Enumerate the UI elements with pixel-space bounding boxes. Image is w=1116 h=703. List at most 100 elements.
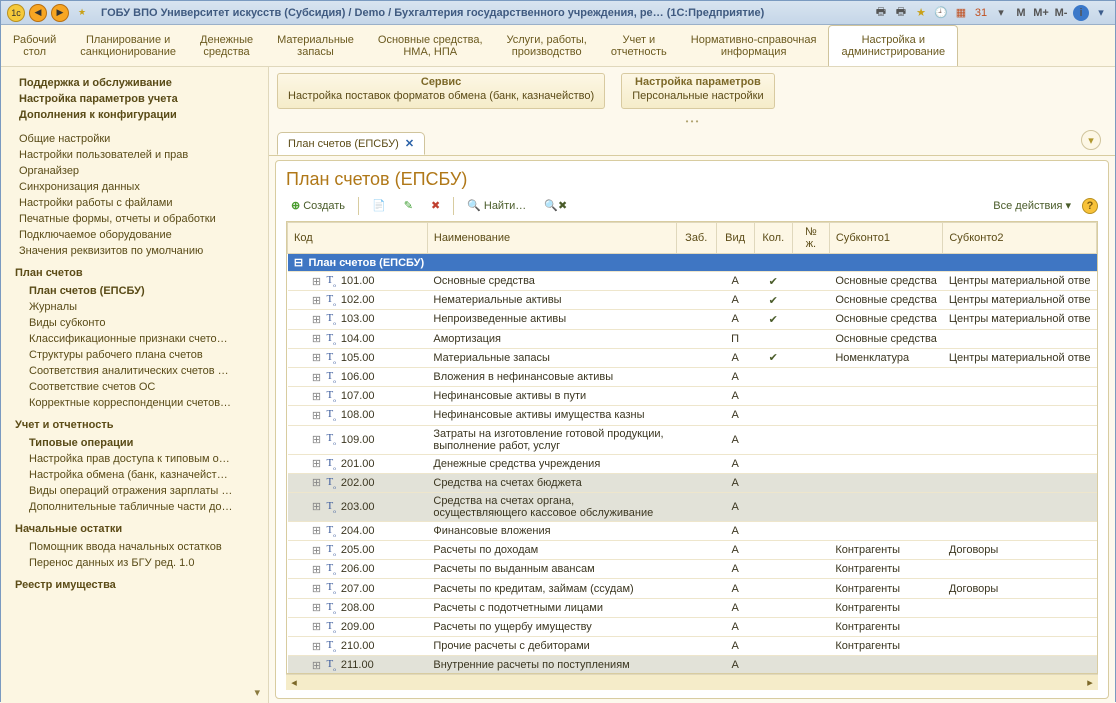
sidebar-link[interactable]: Журналы [15,299,266,315]
sidebar-link[interactable]: Перенос данных из БГУ ред. 1.0 [15,555,266,571]
help-icon[interactable]: ? [1082,198,1098,214]
sidebar-link[interactable]: Общие настройки [15,131,266,147]
table-row[interactable]: ⊞ Tₒ 211.00Внутренние расчеты по поступл… [288,656,1097,674]
sidebar-link[interactable]: Настройки пользователей и прав [15,147,266,163]
nav-back-icon[interactable]: ◀ [29,4,47,22]
table-row[interactable]: ⊞ Tₒ 102.00Нематериальные активыАОсновны… [288,291,1097,310]
table-row[interactable]: ⊞ Tₒ 107.00Нефинансовые активы в путиА [288,387,1097,406]
print2-icon[interactable]: 🖶 [893,5,909,21]
table-row[interactable]: ⊞ Tₒ 207.00Расчеты по кредитам, займам (… [288,579,1097,598]
sidebar-link[interactable]: Настройка параметров учета [15,91,266,107]
mainmenu-item[interactable]: Учет иотчетность [599,25,679,66]
col-kol[interactable]: Кол. [754,223,792,254]
sidebar-link[interactable]: Печатные формы, отчеты и обработки [15,211,266,227]
copy-button[interactable]: 📄 [367,196,391,215]
h-scrollbar[interactable]: ◂ ▸ [286,674,1098,690]
delete-button[interactable]: ✖ [426,196,445,215]
print-icon[interactable]: 🖶 [873,5,889,21]
sidebar-link[interactable]: Соответствия аналитических счетов … [15,363,266,379]
all-actions-button[interactable]: Все действия ▾ [988,196,1076,215]
mainmenu-item[interactable]: Материальныезапасы [265,25,366,66]
col-sub1[interactable]: Субконто1 [829,223,943,254]
info-icon[interactable]: i [1073,5,1089,21]
service-link-formats[interactable]: Настройка поставок форматов обмена (банк… [288,90,594,102]
mainmenu-item[interactable]: Услуги, работы,производство [495,25,599,66]
table-row[interactable]: ⊞ Tₒ 208.00Расчеты с подотчетными лицами… [288,598,1097,617]
edit-button[interactable]: ✎ [399,196,418,215]
sidebar-link[interactable]: Поддержка и обслуживание [15,75,266,91]
sidebar-link[interactable]: Корректные корреспонденции счетов… [15,395,266,411]
mem-mplus[interactable]: M+ [1033,5,1049,21]
table-row[interactable]: ⊞ Tₒ 104.00АмортизацияПОсновные средства [288,329,1097,348]
col-sub2[interactable]: Субконто2 [943,223,1097,254]
tab-dropdown-icon[interactable]: ▾ [1081,130,1101,150]
mem-m[interactable]: M [1013,5,1029,21]
table-row[interactable]: ⊞ Tₒ 201.00Денежные средства учрежденияА [288,454,1097,473]
sidebar-link[interactable]: Значения реквизитов по умолчанию [15,243,266,259]
fav-star-icon[interactable]: ★ [73,4,91,22]
scroll-left-icon[interactable]: ◂ [286,676,302,689]
mainmenu-item[interactable]: Денежныесредства [188,25,265,66]
table-row[interactable]: ⊞ Tₒ 203.00Средства на счетах органа, ос… [288,492,1097,521]
table-row[interactable]: ⊞ Tₒ 202.00Средства на счетах бюджетаА [288,473,1097,492]
table-row[interactable]: ⊞ Tₒ 209.00Расчеты по ущербу имуществуАК… [288,617,1097,636]
sidebar-link[interactable]: Типовые операции [15,435,266,451]
sidebar-link[interactable]: Дополнения к конфигурации [15,107,266,123]
table-row[interactable]: ⊞ Tₒ 106.00Вложения в нефинансовые актив… [288,367,1097,386]
calendar-icon[interactable]: 31 [973,5,989,21]
mainmenu-item[interactable]: Нормативно-справочнаяинформация [679,25,829,66]
table-row[interactable]: ⊞ Tₒ 109.00Затраты на изготовление готов… [288,425,1097,454]
table-row[interactable]: ⊞ Tₒ 108.00Нефинансовые активы имущества… [288,406,1097,425]
mainmenu-item[interactable]: Рабочийстол [1,25,68,66]
collapse-handle[interactable]: • • • [269,115,1115,132]
table-row[interactable]: ⊞ Tₒ 205.00Расчеты по доходамАКонтрагент… [288,541,1097,560]
sidebar-link[interactable]: Соответствие счетов ОС [15,379,266,395]
star2-icon[interactable]: ★ [913,5,929,21]
sidebar-link[interactable]: Структуры рабочего плана счетов [15,347,266,363]
sidebar-link[interactable]: Помощник ввода начальных остатков [15,539,266,555]
mainmenu-item[interactable]: Планирование исанкционирование [68,25,188,66]
col-code[interactable]: Код [288,223,428,254]
sidebar-link[interactable]: Органайзер [15,163,266,179]
sidebar: Поддержка и обслуживаниеНастройка параме… [1,67,269,703]
col-vid[interactable]: Вид [716,223,754,254]
clear-find-button[interactable]: 🔍✖ [539,196,572,215]
main-panel: План счетов (ЕПСБУ) ⊕Создать 📄 ✎ ✖ 🔍Найт… [275,160,1109,699]
close-icon[interactable]: ✕ [405,137,414,150]
col-nzh[interactable]: № ж. [792,223,829,254]
col-name[interactable]: Наименование [427,223,676,254]
sidebar-link[interactable]: Синхронизация данных [15,179,266,195]
sidebar-link[interactable]: Настройка прав доступа к типовым о… [15,451,266,467]
calc-icon[interactable]: ▦ [953,5,969,21]
table-row[interactable]: ⊞ Tₒ 210.00Прочие расчеты с дебиторамиАК… [288,637,1097,656]
dropdown-icon[interactable]: ▾ [993,5,1009,21]
link-icon[interactable]: 🕘 [933,5,949,21]
sidebar-link[interactable]: Подключаемое оборудование [15,227,266,243]
nav-fwd-icon[interactable]: ▶ [51,4,69,22]
accounts-grid[interactable]: Код Наименование Заб. Вид Кол. № ж. Субк… [286,221,1098,674]
create-button[interactable]: ⊕Создать [286,196,350,215]
table-row[interactable]: ⊞ Tₒ 105.00Материальные запасыАНоменклат… [288,348,1097,367]
find-button[interactable]: 🔍Найти… [462,196,531,215]
tab-plan-schetov[interactable]: План счетов (ЕПСБУ) ✕ [277,132,425,155]
sidebar-link[interactable]: Виды операций отражения зарплаты … [15,483,266,499]
menu-dropdown-icon[interactable]: ▾ [1093,5,1109,21]
sidebar-link[interactable]: Виды субконто [15,315,266,331]
table-row[interactable]: ⊞ Tₒ 204.00Финансовые вложенияА [288,521,1097,540]
col-zab[interactable]: Заб. [676,223,716,254]
sidebar-link[interactable]: План счетов (ЕПСБУ) [15,283,266,299]
sidebar-link[interactable]: Настройки работы с файлами [15,195,266,211]
sidebar-scroll-down-icon[interactable]: ▾ [254,686,260,699]
table-row[interactable]: ⊞ Tₒ 206.00Расчеты по выданным авансамАК… [288,560,1097,579]
table-row[interactable]: ⊞ Tₒ 103.00Непроизведенные активыАОсновн… [288,310,1097,329]
mainmenu-item[interactable]: Настройка иадминистрирование [828,25,958,66]
sidebar-link[interactable]: Классификационные признаки счето… [15,331,266,347]
mem-mminus[interactable]: M- [1053,5,1069,21]
sidebar-link[interactable]: Дополнительные табличные части до… [15,499,266,515]
mainmenu-item[interactable]: Основные средства,НМА, НПА [366,25,495,66]
sidebar-link[interactable]: Настройка обмена (банк, казначейст… [15,467,266,483]
table-row[interactable]: ⊞ Tₒ 101.00Основные средстваАОсновные ср… [288,272,1097,291]
scroll-right-icon[interactable]: ▸ [1082,676,1098,689]
params-link-personal[interactable]: Персональные настройки [632,90,763,102]
table-root-row[interactable]: ⊟ План счетов (ЕПСБУ) [288,254,1097,272]
